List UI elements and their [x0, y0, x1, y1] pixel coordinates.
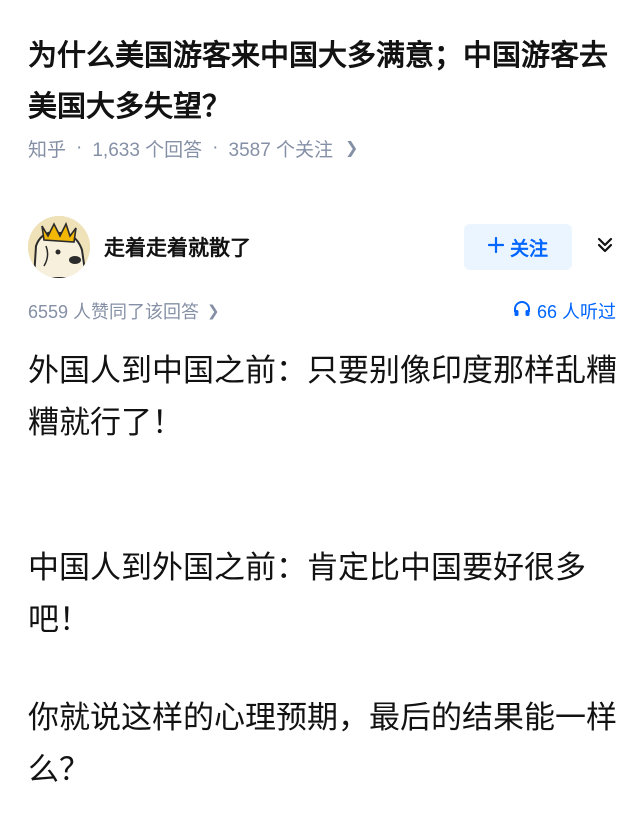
upvote-count: 6559 人赞同了该回答: [28, 302, 200, 322]
follow-button[interactable]: 关注: [464, 224, 572, 270]
answers-count: 1,633 个回答: [92, 139, 203, 161]
upvote-summary[interactable]: 6559 人赞同了该回答 ❯: [28, 298, 220, 324]
answer-paragraph: 你就说这样的心理预期，最后的结果能一样么？: [28, 700, 617, 788]
source-label: 知乎: [28, 139, 67, 161]
answer-paragraph: 外国人到中国之前：只要别像印度那样乱糟糟就行了！: [28, 353, 617, 441]
listen-button[interactable]: 66 人听过: [513, 298, 616, 324]
separator-dot: ·: [212, 137, 219, 158]
chevron-right-icon: ❯: [345, 140, 359, 157]
double-chevron-down-icon: [595, 235, 615, 259]
chevron-right-icon: ❯: [207, 303, 220, 320]
headphones-icon: [513, 300, 531, 323]
answer-paragraph: 中国人到外国之前：肯定比中国要好很多吧！: [28, 550, 586, 638]
author-name[interactable]: 走着走着就散了: [104, 232, 251, 262]
follow-label: 关注: [509, 237, 548, 260]
author-row: 走着走着就散了 关注: [28, 216, 618, 282]
listeners-count: 66 人听过: [536, 302, 616, 322]
question-meta[interactable]: 知乎 · 1,633 个回答 · 3587 个关注 ❯: [28, 133, 358, 163]
separator-dot: ·: [76, 137, 83, 158]
question-title: 为什么美国游客来中国大多满意；中国游客去美国大多失望？: [28, 38, 609, 123]
plus-icon: [487, 236, 505, 258]
followers-count: 3587 个关注: [228, 139, 334, 161]
avatar[interactable]: [28, 216, 90, 278]
answer-stats: 6559 人赞同了该回答 ❯ 66 人听过: [28, 298, 618, 326]
collapse-button[interactable]: [582, 224, 628, 270]
